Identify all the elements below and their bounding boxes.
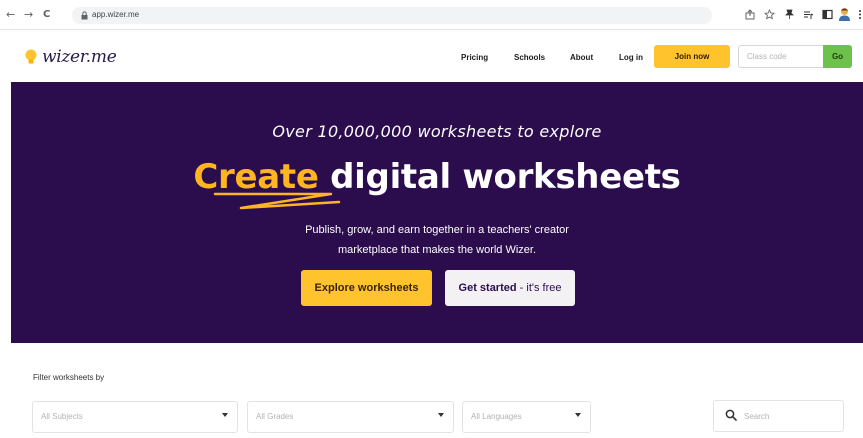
explore-worksheets-button[interactable]: Explore worksheets [301, 270, 432, 306]
hero-title-rest: digital worksheets [318, 157, 681, 197]
hero-tagline: Over 10,000,000 worksheets to explore [272, 122, 602, 141]
go-button[interactable]: Go [823, 45, 852, 68]
get-started-suffix: - it's free [516, 282, 562, 294]
pin-extension-icon[interactable] [784, 9, 795, 20]
nav-login[interactable]: Log in [619, 53, 643, 62]
hero-description-line-1: Publish, grow, and earn together in a te… [305, 224, 569, 236]
subjects-select-placeholder: All Subjects [41, 412, 83, 421]
subjects-select[interactable]: All Subjects [32, 401, 238, 433]
site-header: wizer.me Pricing Schools About Log in Jo… [0, 31, 863, 82]
underline-scribble-icon [213, 192, 341, 210]
hero-title: Create digital worksheets [11, 157, 863, 197]
reading-list-icon[interactable] [803, 9, 814, 20]
search-icon [725, 409, 737, 421]
chevron-down-icon [575, 413, 581, 417]
chevron-down-icon [438, 413, 444, 417]
profile-avatar-icon[interactable] [838, 7, 851, 22]
url-text: app.wizer.me [92, 10, 140, 19]
share-icon[interactable] [745, 9, 756, 20]
filter-label: Filter worksheets by [33, 373, 105, 382]
get-started-button[interactable]: Get started - it's free [445, 270, 575, 306]
chevron-down-icon [222, 413, 228, 417]
reload-icon[interactable]: C [43, 9, 50, 21]
grades-select-placeholder: All Grades [256, 412, 294, 421]
hero-description: Publish, grow, and earn together in a te… [287, 220, 587, 260]
side-panel-icon[interactable] [822, 9, 833, 20]
forward-icon[interactable]: → [24, 9, 33, 21]
search-input[interactable]: Search [713, 400, 844, 432]
site-logo[interactable]: wizer.me [42, 47, 117, 67]
nav-pricing[interactable]: Pricing [461, 53, 488, 62]
get-started-label: Get started [458, 282, 517, 294]
back-icon[interactable]: ← [6, 9, 15, 21]
search-placeholder: Search [744, 412, 770, 421]
star-icon[interactable] [764, 9, 775, 20]
hero-description-line-2: marketplace that makes the world Wizer. [337, 244, 537, 256]
browser-menu-icon[interactable] [858, 9, 862, 20]
hero-banner: Over 10,000,000 worksheets to explore Cr… [11, 82, 863, 343]
nav-about[interactable]: About [570, 53, 593, 62]
grades-select[interactable]: All Grades [247, 401, 454, 433]
lock-icon [81, 11, 88, 20]
browser-toolbar: ← → C app.wizer.me [0, 0, 863, 30]
lightbulb-logo-icon [25, 49, 37, 64]
nav-schools[interactable]: Schools [514, 53, 545, 62]
languages-select[interactable]: All Languages [462, 401, 591, 433]
class-code-input[interactable]: Class code [738, 45, 823, 68]
join-now-button[interactable]: Join now [654, 45, 730, 68]
address-bar[interactable]: app.wizer.me [72, 7, 712, 24]
languages-select-placeholder: All Languages [471, 412, 522, 421]
